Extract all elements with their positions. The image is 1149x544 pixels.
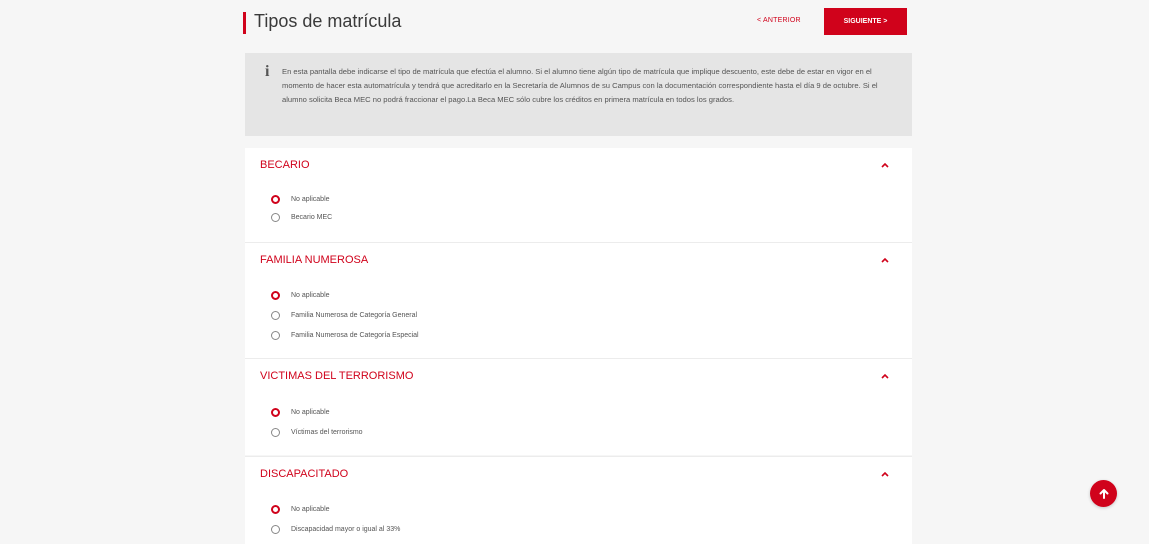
chevron-up-icon[interactable] [880, 470, 890, 478]
section-becario: BECARIO No aplicable Becario MEC [245, 148, 912, 242]
chevron-up-icon[interactable] [880, 256, 890, 264]
section-title: FAMILIA NUMEROSA [260, 254, 369, 266]
option-label: No aplicable [291, 291, 330, 299]
option-label: Discapacidad mayor o igual al 33% [291, 525, 401, 533]
section-title: BECARIO [260, 159, 310, 171]
radio-option[interactable]: Discapacidad mayor o igual al 33% [271, 523, 400, 535]
radio-option[interactable]: No aplicable [271, 406, 330, 418]
info-box: i En esta pantalla debe indicarse el tip… [245, 53, 912, 136]
radio-option[interactable]: Familia Numerosa de Categoría General [271, 309, 417, 321]
radio-button[interactable] [271, 504, 280, 514]
radio-button[interactable] [271, 212, 280, 222]
option-label: No aplicable [291, 195, 330, 203]
chevron-up-icon[interactable] [880, 161, 890, 169]
option-label: No aplicable [291, 408, 330, 416]
next-button[interactable]: SIGUIENTE > [824, 8, 907, 35]
radio-button[interactable] [271, 524, 280, 534]
radio-option[interactable]: No aplicable [271, 289, 330, 301]
radio-button[interactable] [271, 427, 280, 437]
section-victimas-terrorismo: VICTIMAS DEL TERRORISMO No aplicable Víc… [245, 359, 912, 455]
scroll-to-top-button[interactable] [1090, 480, 1117, 507]
radio-button[interactable] [271, 194, 280, 204]
radio-button[interactable] [271, 310, 280, 320]
radio-option[interactable]: Familia Numerosa de Categoría Especial [271, 329, 419, 341]
previous-button[interactable]: < ANTERIOR [757, 17, 801, 24]
option-label: No aplicable [291, 505, 330, 513]
info-icon: i [265, 63, 270, 80]
page: Tipos de matrícula < ANTERIOR SIGUIENTE … [0, 0, 1149, 544]
radio-option[interactable]: Becario MEC [271, 211, 332, 223]
arrow-up-icon [1099, 488, 1108, 499]
option-label: Familia Numerosa de Categoría Especial [291, 331, 419, 339]
info-text: En esta pantalla debe indicarse el tipo … [282, 67, 878, 104]
page-header: Tipos de matrícula < ANTERIOR SIGUIENTE … [243, 8, 912, 40]
section-familia-numerosa: FAMILIA NUMEROSA No aplicable Familia Nu… [245, 243, 912, 358]
section-discapacitado: DISCAPACITADO No aplicable Discapacidad … [245, 457, 912, 544]
option-label: Familia Numerosa de Categoría General [291, 311, 418, 319]
page-title: Tipos de matrícula [254, 11, 402, 31]
radio-option[interactable]: No aplicable [271, 193, 330, 205]
section-title: DISCAPACITADO [260, 468, 349, 480]
radio-button[interactable] [271, 290, 280, 300]
section-title: VICTIMAS DEL TERRORISMO [260, 370, 414, 382]
radio-option[interactable]: No aplicable [271, 503, 330, 515]
title-accent-bar [243, 12, 246, 34]
radio-option[interactable]: Víctimas del terrorismo [271, 426, 363, 438]
option-label: Becario MEC [291, 213, 333, 221]
radio-button[interactable] [271, 407, 280, 417]
option-label: Víctimas del terrorismo [291, 428, 363, 436]
chevron-up-icon[interactable] [880, 372, 890, 380]
radio-button[interactable] [271, 330, 280, 340]
